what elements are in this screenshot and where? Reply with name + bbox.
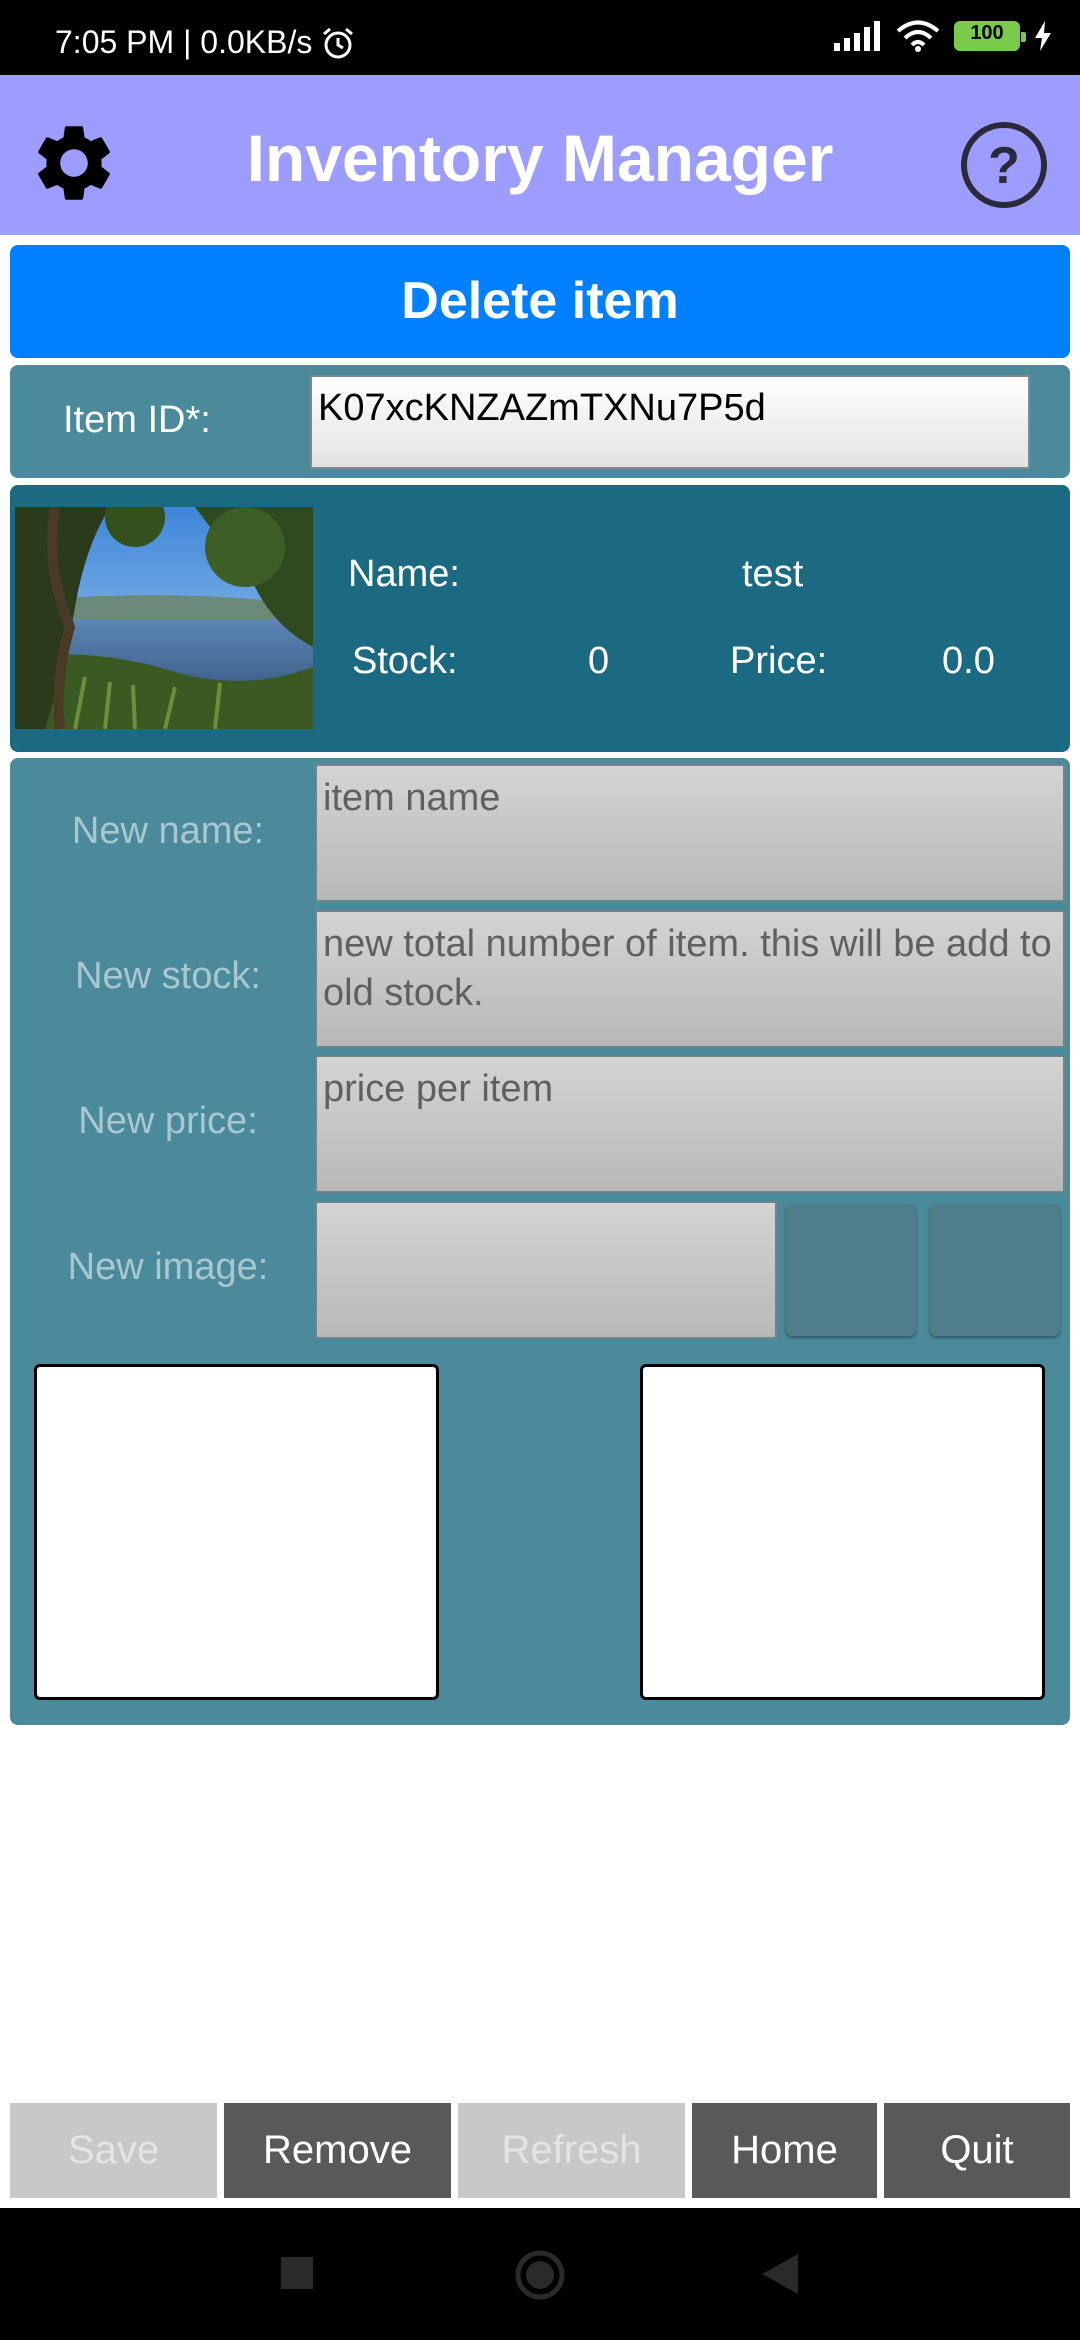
status-time-speed: 7:05 PM | 0.0KB/s [55, 24, 313, 60]
delete-item-title: Delete item [10, 245, 1070, 358]
choose-image-button[interactable] [786, 1204, 916, 1336]
recents-icon[interactable] [281, 2257, 313, 2289]
old-image-preview [34, 1364, 439, 1700]
item-id-panel: Item ID*: K07xcKNZAZmTXNu7P5d [10, 365, 1070, 478]
item-id-label: Item ID*: [63, 399, 211, 441]
stock-value: 0 [588, 640, 610, 682]
name-value: test [742, 553, 804, 595]
upload-image-button[interactable] [930, 1204, 1060, 1336]
signal-icon [834, 21, 880, 51]
home-button[interactable]: Home [692, 2103, 877, 2198]
status-bar: 7:05 PM | 0.0KB/s 100 [0, 0, 1080, 75]
quit-button[interactable]: Quit [884, 2103, 1070, 2198]
status-left: 7:05 PM | 0.0KB/s [55, 24, 356, 61]
battery-icon: 100 [954, 21, 1026, 51]
item-image [15, 507, 313, 729]
svg-text:?: ? [988, 137, 1020, 195]
remove-button[interactable]: Remove [224, 2103, 451, 2198]
stock-label: Stock: [352, 640, 458, 682]
refresh-button[interactable]: Refresh [458, 2103, 685, 2198]
new-image-path-input[interactable] [315, 1201, 777, 1339]
help-icon[interactable]: ? [958, 119, 1050, 211]
new-name-label: New name: [71, 810, 265, 852]
charging-icon [1035, 21, 1051, 51]
battery-level: 100 [970, 22, 1004, 44]
status-right: 100 [834, 20, 1052, 52]
app-title: Inventory Manager [246, 121, 834, 195]
item-info-panel: Name: test Stock: 0 Price: 0.0 [10, 485, 1070, 752]
price-value: 0.0 [942, 640, 995, 682]
home-nav-icon[interactable] [514, 2249, 566, 2301]
new-price-label: New price: [78, 1100, 258, 1142]
save-button[interactable]: Save [10, 2103, 217, 2198]
wifi-icon [896, 20, 940, 52]
item-id-input[interactable]: K07xcKNZAZmTXNu7P5d [310, 375, 1030, 469]
edit-panel: New name: item name New stock: new total… [10, 758, 1070, 1725]
back-icon[interactable] [762, 2254, 798, 2294]
price-label: Price: [730, 640, 828, 682]
new-stock-input[interactable]: new total number of item. this will be a… [315, 910, 1065, 1048]
new-stock-label: New stock: [75, 955, 261, 997]
new-image-preview [640, 1364, 1045, 1700]
new-price-input[interactable]: price per item [315, 1055, 1065, 1193]
alarm-icon [323, 27, 354, 58]
new-image-label: New image: [67, 1246, 269, 1288]
new-name-input[interactable]: item name [315, 764, 1065, 902]
system-nav-bar [0, 2208, 1080, 2340]
app-header: Inventory Manager ? [0, 75, 1080, 235]
name-label: Name: [348, 553, 460, 595]
